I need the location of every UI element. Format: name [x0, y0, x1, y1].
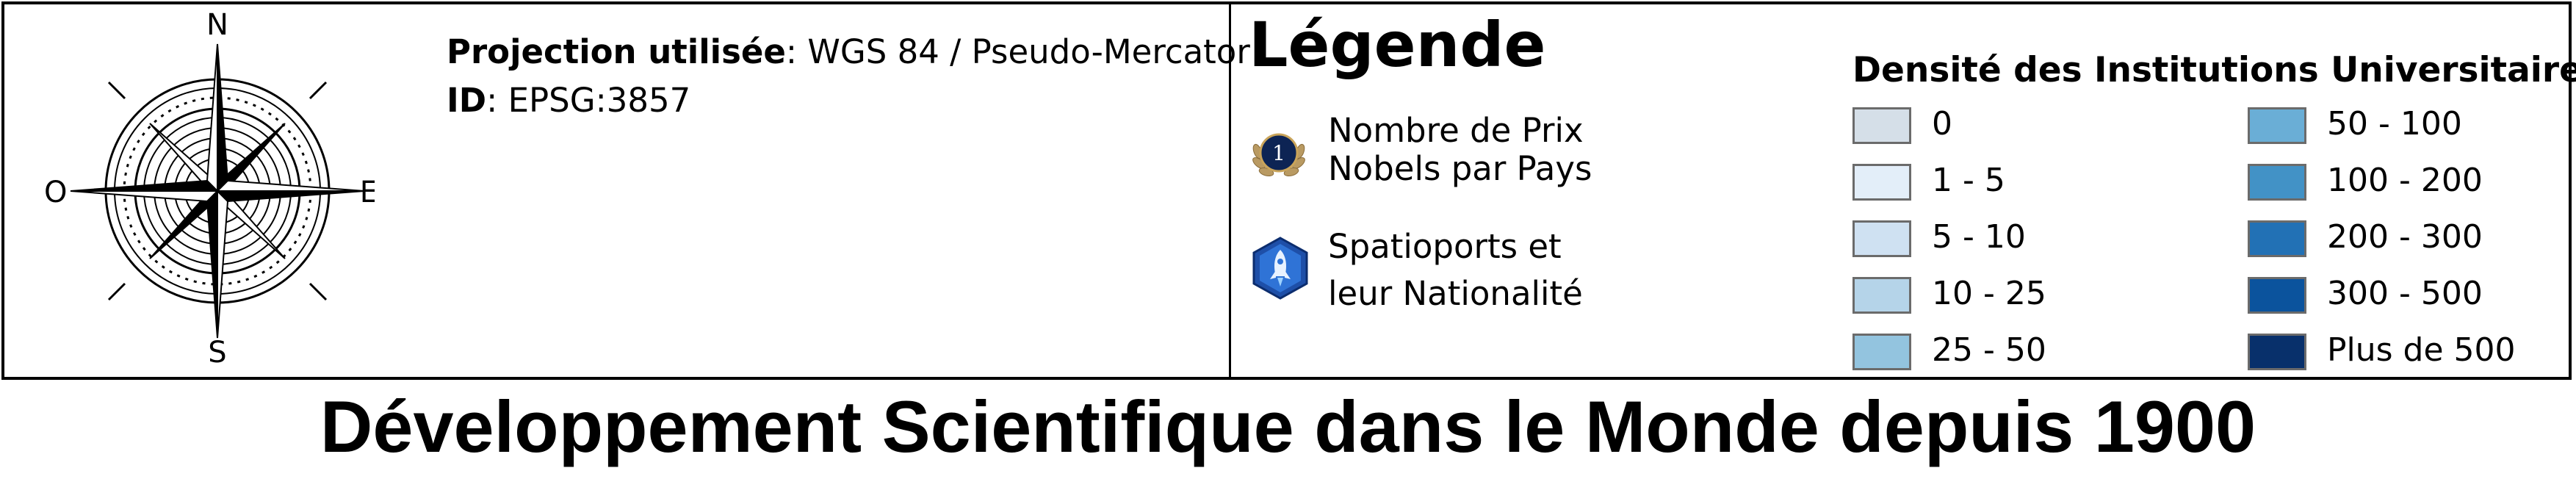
density-swatch-label: 50 - 100	[2327, 105, 2462, 143]
density-swatch-label: 25 - 50	[1932, 331, 2046, 369]
density-swatch-label: 100 - 200	[2327, 162, 2483, 199]
density-swatch	[1852, 107, 1911, 144]
nobel-badge-number: 1	[1272, 141, 1285, 165]
density-legend-title: Densité des Institutions Universitaires	[1852, 50, 2576, 90]
density-swatch	[2248, 334, 2306, 370]
legend-symbol-nobel-label: Nombre de Prix Nobels par Pays	[1328, 107, 1592, 192]
density-swatch	[1852, 164, 1911, 201]
projection-id-value: : EPSG:3857	[486, 81, 691, 120]
density-swatch-label: 1 - 5	[1932, 162, 2005, 199]
density-swatch	[1852, 220, 1911, 257]
nobel-laurel-badge-icon: 1	[1252, 133, 1305, 176]
density-swatch-label: 10 - 25	[1932, 275, 2046, 312]
compass-west-label: O	[44, 176, 67, 209]
projection-label: Projection utilisée	[447, 32, 786, 71]
compass-east-label: E	[360, 176, 375, 209]
density-swatch-label: 300 - 500	[2327, 275, 2483, 312]
legend-symbol-nobel-line-2: Nobels par Pays	[1328, 149, 1592, 188]
compass-rose-icon: N S E O	[44, 11, 375, 364]
density-swatch	[2248, 220, 2306, 257]
map-title: Développement Scientifique dans le Monde…	[320, 386, 2256, 467]
density-swatch	[2248, 107, 2306, 144]
legend-symbol-spaceport-line-1: Spatioports et	[1328, 227, 1562, 266]
compass-south-label: S	[208, 336, 226, 364]
density-swatch	[2248, 164, 2306, 201]
projection-id-label: ID	[447, 81, 487, 120]
legend-symbol-spaceport-line-2: leur Nationalité	[1328, 274, 1583, 313]
projection-value: : WGS 84 / Pseudo-Mercator	[785, 32, 1250, 71]
legend-title: Légende	[1249, 9, 1546, 81]
density-swatch	[2248, 277, 2306, 314]
spaceport-rocket-hexagon-icon	[1252, 237, 1308, 300]
legend-symbol-spaceport-label: Spatioports et leur Nationalité	[1328, 223, 1583, 317]
density-swatch	[1852, 277, 1911, 314]
projection-info: Projection utilisée: WGS 84 / Pseudo-Mer…	[447, 28, 1250, 125]
density-swatch	[1852, 334, 1911, 370]
density-swatch-label: 0	[1932, 105, 1952, 143]
density-swatch-label: 200 - 300	[2327, 218, 2483, 256]
compass-north-label: N	[206, 11, 228, 42]
density-swatch-label: Plus de 500	[2327, 331, 2516, 369]
density-swatch-label: 5 - 10	[1932, 218, 2026, 256]
